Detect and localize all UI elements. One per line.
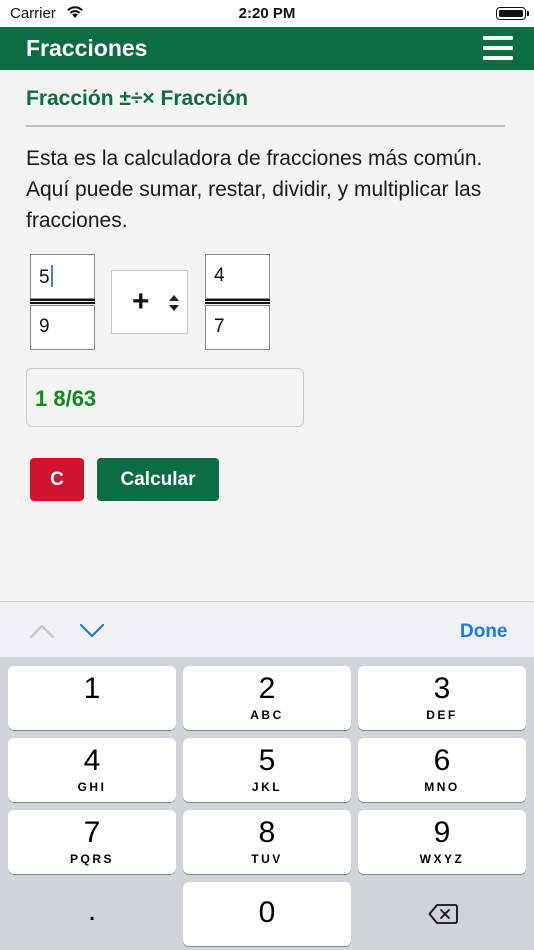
key-digit: 2 — [258, 672, 276, 705]
battery-icon — [496, 7, 526, 20]
backspace-button[interactable] — [358, 882, 526, 946]
app-title: Fracciones — [26, 35, 148, 61]
fraction1-denominator-input[interactable]: 9 — [30, 305, 95, 350]
key-digit: 7 — [83, 816, 101, 849]
up-down-arrows-icon — [169, 295, 179, 311]
status-time: 2:20 PM — [238, 5, 296, 22]
key-1[interactable]: 1 — [8, 666, 176, 730]
key-letters: DEF — [426, 708, 458, 722]
key-digit: 3 — [433, 672, 451, 705]
result-field: 1 8/63 — [26, 368, 304, 427]
fraction2-denominator-value: 7 — [214, 316, 225, 337]
key-0[interactable]: 0 — [183, 882, 351, 946]
key-9[interactable]: 9 WXYZ — [358, 810, 526, 874]
hamburger-menu-icon[interactable] — [483, 36, 513, 61]
numeric-keypad: 1 2 ABC 3 DEF 4 GHI 5 JKL 6 MNO 7 PQRS 8… — [0, 657, 534, 950]
chevron-up-icon[interactable] — [28, 622, 56, 640]
operator-select[interactable]: + — [111, 270, 188, 334]
key-letters: JKL — [251, 780, 283, 794]
app-header: Fracciones — [0, 27, 534, 70]
key-digit: 1 — [83, 672, 101, 705]
key-digit: 9 — [433, 816, 451, 849]
fraction2-denominator-input[interactable]: 7 — [205, 305, 270, 350]
fraction2-bar — [205, 299, 270, 304]
backspace-icon — [428, 904, 458, 924]
key-letters: WXYZ — [419, 852, 465, 866]
description-text: Esta es la calculadora de fracciones más… — [26, 147, 483, 232]
key-7[interactable]: 7 PQRS — [8, 810, 176, 874]
fraction1-bar — [30, 299, 95, 304]
fraction1-numerator-value: 5 — [39, 267, 50, 288]
battery-tip — [527, 11, 529, 16]
key-digit: 6 — [433, 744, 451, 777]
section-title: Fracción ±÷× Fracción — [26, 87, 249, 110]
key-4[interactable]: 4 GHI — [8, 738, 176, 802]
key-letters: TUV — [251, 852, 283, 866]
key-letters: ABC — [250, 708, 284, 722]
fraction1-denominator-value: 9 — [39, 316, 50, 337]
key-digit: 4 — [83, 744, 101, 777]
status-bar: Carrier 2:20 PM — [0, 0, 534, 27]
key-decimal-label: . — [87, 894, 97, 927]
operator-value: + — [132, 285, 150, 318]
key-letters: MNO — [424, 780, 460, 794]
key-8[interactable]: 8 TUV — [183, 810, 351, 874]
chevron-down-icon[interactable] — [78, 622, 106, 640]
text-cursor — [50, 265, 53, 287]
clear-button[interactable]: C — [30, 458, 84, 501]
key-letters: GHI — [77, 780, 107, 794]
key-6[interactable]: 6 MNO — [358, 738, 526, 802]
fraction2-numerator-input[interactable]: 4 — [205, 254, 270, 299]
fraction1-numerator-input[interactable]: 5 — [30, 254, 95, 299]
calculate-button[interactable]: Calcular — [97, 458, 219, 501]
key-5[interactable]: 5 JKL — [183, 738, 351, 802]
fraction2-numerator-value: 4 — [214, 265, 225, 286]
divider — [26, 125, 505, 127]
key-2[interactable]: 2 ABC — [183, 666, 351, 730]
key-digit: 8 — [258, 816, 276, 849]
key-letters: PQRS — [69, 852, 114, 866]
key-decimal[interactable]: . — [8, 882, 176, 946]
keyboard-accessory-bar: Done — [0, 601, 534, 657]
result-value: 1 8/63 — [35, 386, 97, 411]
key-digit: 5 — [258, 744, 276, 777]
key-3[interactable]: 3 DEF — [358, 666, 526, 730]
key-digit: 0 — [258, 896, 276, 929]
done-button[interactable]: Done — [460, 621, 508, 643]
